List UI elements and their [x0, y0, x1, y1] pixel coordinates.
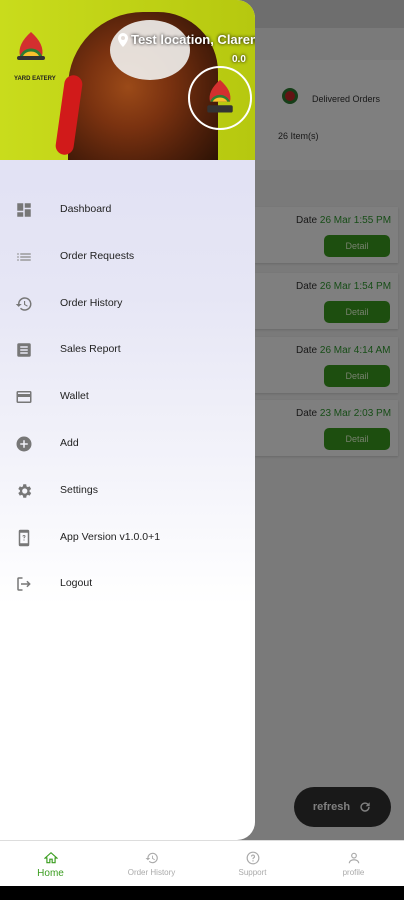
nav-label: profile — [342, 868, 365, 877]
menu-item-label: Sales Report — [60, 343, 121, 356]
menu-item-label: App Version v1.0.0+1 — [60, 530, 161, 543]
drawer-header: YARD EATERY Test location, Clarendon Jam… — [0, 0, 255, 160]
help-icon — [246, 851, 259, 865]
system-navigation-bar — [0, 886, 404, 900]
report-icon — [17, 343, 31, 358]
menu-item-sales-report[interactable]: Sales Report — [0, 326, 255, 373]
nav-support[interactable]: Support — [202, 841, 303, 886]
history-icon — [15, 296, 32, 311]
menu-item-dashboard[interactable]: Dashboard — [0, 186, 255, 233]
menu-item-label: Wallet — [60, 390, 89, 403]
menu-item-app-version[interactable]: App Version v1.0.0+1 — [0, 514, 255, 561]
location-pin-icon — [118, 32, 128, 47]
menu-item-logout[interactable]: Logout — [0, 560, 255, 607]
bottom-navigation: Home Order History Support profile — [0, 840, 404, 886]
menu-item-label: Add — [60, 436, 79, 449]
gear-icon — [18, 484, 32, 498]
menu-item-label: Order History — [60, 296, 123, 309]
nav-label: Support — [238, 868, 267, 877]
history-icon — [145, 852, 158, 864]
location-sub: 0.0 — [232, 54, 246, 65]
menu-item-add[interactable]: Add — [0, 420, 255, 467]
menu-item-settings[interactable]: Settings — [0, 467, 255, 514]
dashboard-icon — [17, 203, 31, 217]
restaurant-logo — [207, 79, 233, 113]
menu-item-order-history[interactable]: Order History — [0, 280, 255, 327]
menu-item-label: Settings — [60, 483, 98, 496]
plate-image — [110, 20, 190, 80]
nav-profile[interactable]: profile — [303, 841, 404, 886]
logout-icon — [17, 577, 31, 592]
menu-item-order-requests[interactable]: Order Requests — [0, 233, 255, 280]
nav-label: Order History — [127, 868, 176, 877]
navigation-drawer: YARD EATERY Test location, Clarendon Jam… — [0, 0, 255, 840]
add-circle-icon — [16, 436, 32, 452]
menu-item-label: Dashboard — [60, 203, 112, 215]
person-icon — [348, 852, 359, 864]
location-label: Test location, Clarendon Jamaica — [118, 32, 255, 47]
nav-label: Home — [37, 868, 64, 879]
wallet-icon — [16, 391, 32, 404]
menu-item-label: Logout — [60, 577, 93, 590]
nav-order-history[interactable]: Order History — [101, 841, 202, 886]
menu-item-wallet[interactable]: Wallet — [0, 373, 255, 420]
profile-logo[interactable] — [188, 66, 252, 130]
menu-item-label: Order Requests — [60, 249, 135, 262]
nav-home[interactable]: Home — [0, 841, 101, 886]
home-icon — [43, 851, 58, 864]
list-icon — [17, 253, 31, 261]
restaurant-logo — [17, 32, 45, 60]
logo-caption: YARD EATERY — [14, 76, 56, 82]
drawer-menu: Dashboard Order Requests Order History S… — [0, 186, 255, 607]
phone-help-icon — [18, 529, 30, 546]
